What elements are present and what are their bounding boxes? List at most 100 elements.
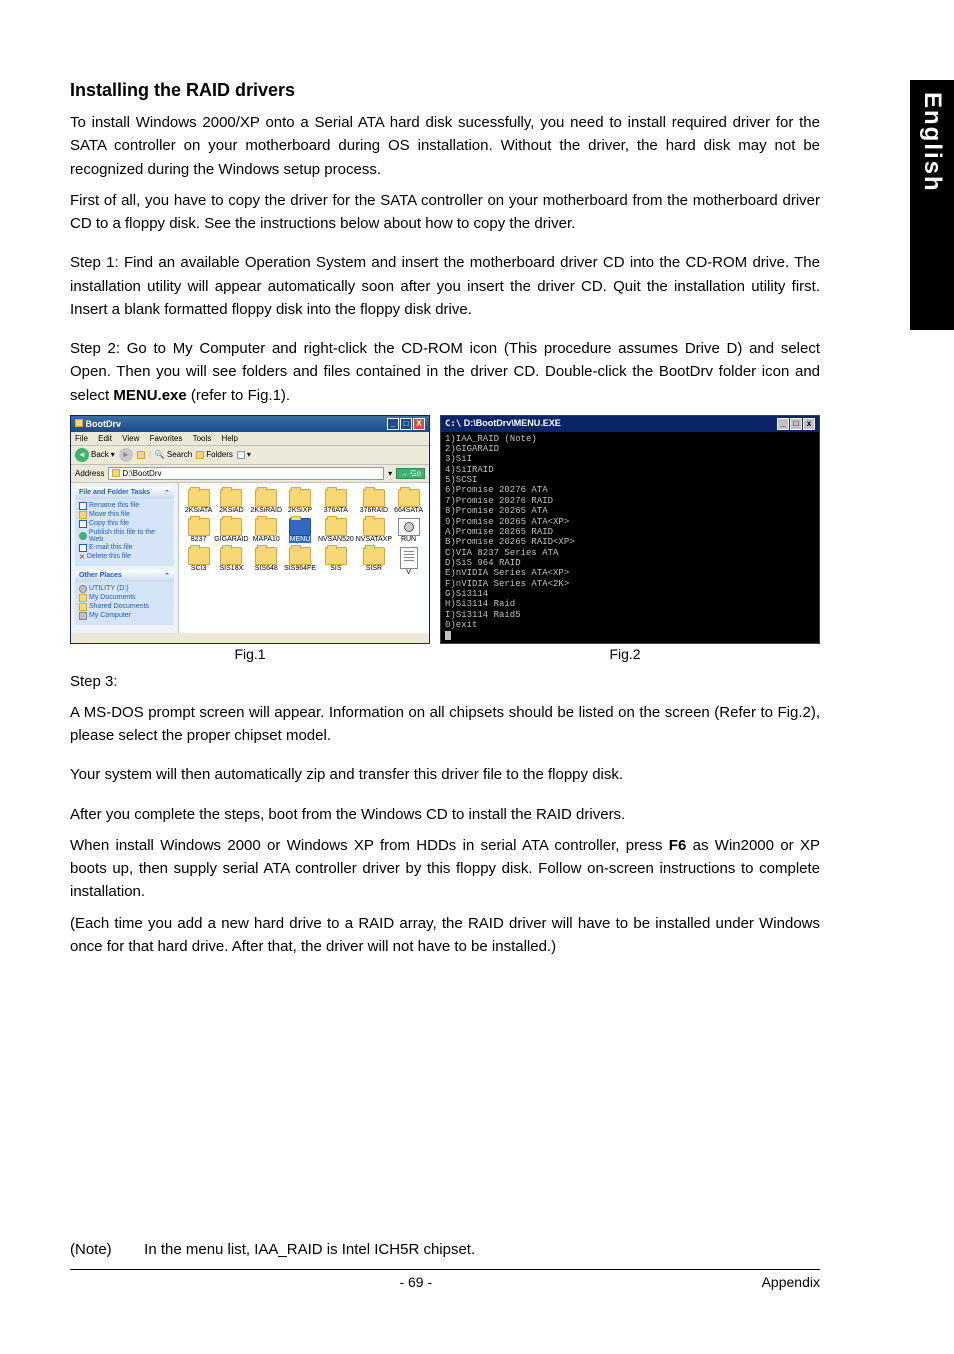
language-tab-text: English — [918, 92, 946, 193]
folder-item[interactable]: SISR — [356, 547, 392, 576]
menu-help[interactable]: Help — [222, 434, 238, 443]
dos-output: 1)IAA_RAID (Note) 2)GIGARAID 3)SiI 4)SiI… — [441, 432, 819, 643]
places-panel-body: UTILITY (D:) My Documents Shared Documen… — [75, 582, 174, 625]
folder-item[interactable]: 664SATA — [394, 489, 423, 514]
task-delete[interactable]: ✕Delete this file — [79, 553, 170, 561]
rename-icon — [79, 502, 87, 510]
folders-icon — [196, 451, 204, 459]
folder-icon — [289, 547, 311, 565]
maximize-button[interactable]: □ — [400, 418, 412, 430]
place-utility[interactable]: UTILITY (D:) — [79, 585, 170, 593]
dos-line: 5)SCSI — [445, 475, 477, 485]
folder-icon — [289, 489, 311, 507]
menu-exe-item[interactable]: MENU — [284, 518, 316, 543]
note-text: In the menu list, IAA_RAID is Intel ICH5… — [144, 1241, 475, 1258]
task-move[interactable]: Move this file — [79, 511, 170, 519]
folder-icon — [363, 489, 385, 507]
folder-item[interactable]: 8237 — [185, 518, 212, 543]
dos-line: H)Si3114 Raid — [445, 599, 515, 609]
dos-title-text: D:\BootDrv\MENU.EXE — [464, 418, 561, 428]
folder-item[interactable]: MAPA10 — [251, 518, 283, 543]
folder-item[interactable]: 376RAID — [356, 489, 392, 514]
folder-icon — [188, 489, 210, 507]
section-heading: Installing the RAID drivers — [70, 80, 820, 101]
explorer-window: BootDrv _ □ X File Edit View Favorites T… — [70, 415, 430, 644]
explorer-folder-icon — [75, 419, 83, 427]
dos-line: 4)SiIRAID — [445, 465, 494, 475]
task-rename[interactable]: Rename this file — [79, 502, 170, 510]
page-number: - 69 - — [399, 1274, 432, 1290]
dos-minimize-button[interactable]: _ — [777, 418, 789, 430]
menu-tools[interactable]: Tools — [193, 434, 212, 443]
address-label: Address — [75, 469, 104, 478]
folder-item[interactable]: NVSAN520 — [318, 518, 354, 543]
views-button[interactable]: ▾ — [237, 450, 251, 459]
dos-titlebar: C:\ D:\BootDrv\MENU.EXE _ □ x — [441, 416, 819, 432]
places-panel-header[interactable]: Other Places⌃ — [75, 570, 174, 582]
folder-item[interactable]: 376ATA — [318, 489, 354, 514]
file-item[interactable]: V — [394, 547, 423, 576]
folder-item[interactable]: SIS648 — [251, 547, 283, 576]
search-button[interactable]: 🔍 Search — [155, 450, 192, 459]
place-mydocs[interactable]: My Documents — [79, 594, 170, 602]
fig2-caption: Fig.2 — [430, 646, 820, 662]
dos-line: I)Si3114 Raid5 — [445, 610, 521, 620]
footnote: (Note) In the menu list, IAA_RAID is Int… — [70, 1238, 820, 1261]
gear-icon — [404, 522, 414, 532]
dos-line: 6)Promise 20276 ATA — [445, 485, 548, 495]
up-button[interactable] — [137, 451, 145, 459]
menu-file[interactable]: File — [75, 434, 88, 443]
folder-item[interactable]: 2KSiAD — [214, 489, 248, 514]
dos-maximize-button[interactable]: □ — [790, 418, 802, 430]
close-button[interactable]: X — [413, 418, 425, 430]
folder-item[interactable]: SIS964FE — [284, 547, 316, 576]
dos-line: A)Promise 20265 RAID — [445, 527, 553, 537]
folder-item[interactable]: 2KSiXP — [284, 489, 316, 514]
task-publish[interactable]: Publish this file to the Web — [79, 529, 170, 543]
address-input[interactable]: D:\BootDrv — [108, 467, 384, 480]
explorer-file-pane[interactable]: 2KSiATA 2KSiAD 2KSiRAID 2KSiXP 376ATA 37… — [179, 483, 429, 633]
text-file-icon — [400, 547, 418, 569]
folder-icon — [188, 518, 210, 536]
explorer-titlebar: BootDrv _ □ X — [71, 416, 429, 432]
figures-row: BootDrv _ □ X File Edit View Favorites T… — [70, 415, 820, 644]
after-2a: When install Windows 2000 or Windows XP … — [70, 837, 669, 854]
folder-icon — [220, 547, 242, 565]
drive-icon — [112, 469, 120, 477]
folders-button[interactable]: Folders — [196, 450, 233, 459]
dos-line: 0)exit — [445, 620, 477, 630]
place-shared[interactable]: Shared Documents — [79, 603, 170, 611]
folder-icon — [188, 547, 210, 565]
step-3b: Your system will then automatically zip … — [70, 763, 820, 786]
mydocs-icon — [79, 594, 87, 602]
step-2-text: Step 2: Go to My Computer and right-clic… — [70, 337, 820, 407]
dos-icon: C:\ — [445, 419, 461, 429]
folder-item[interactable]: SIS18X — [214, 547, 248, 576]
file-item[interactable]: RUN — [394, 518, 423, 543]
folder-item[interactable]: 2KSiRAID — [251, 489, 283, 514]
folder-icon — [363, 518, 385, 536]
dos-line: 3)SiI — [445, 454, 472, 464]
folder-item[interactable]: SCI3 — [185, 547, 212, 576]
menu-view[interactable]: View — [122, 434, 139, 443]
folder-item[interactable]: 2KSiATA — [185, 489, 212, 514]
dos-close-button[interactable]: x — [803, 418, 815, 430]
menu-edit[interactable]: Edit — [98, 434, 112, 443]
folder-icon — [255, 518, 277, 536]
back-button[interactable]: ◄ Back ▾ — [75, 448, 115, 462]
task-copy[interactable]: Copy this file — [79, 520, 170, 528]
tasks-panel-header[interactable]: File and Folder Tasks⌃ — [75, 487, 174, 499]
forward-button[interactable]: ► — [119, 448, 133, 462]
go-button[interactable]: → Go — [396, 468, 425, 479]
page-content: Installing the RAID drivers To install W… — [0, 0, 890, 1320]
task-email[interactable]: E-mail this file — [79, 544, 170, 552]
dos-line: G)Si3114 — [445, 589, 488, 599]
explorer-body: File and Folder Tasks⌃ Rename this file … — [71, 483, 429, 633]
minimize-button[interactable]: _ — [387, 418, 399, 430]
folder-item[interactable]: GIGARAID — [214, 518, 248, 543]
figure-captions: Fig.1 Fig.2 — [70, 646, 820, 662]
folder-item[interactable]: SIS — [318, 547, 354, 576]
place-mycomputer[interactable]: My Computer — [79, 612, 170, 620]
menu-favorites[interactable]: Favorites — [150, 434, 183, 443]
folder-item[interactable]: NVSATAXP — [356, 518, 392, 543]
